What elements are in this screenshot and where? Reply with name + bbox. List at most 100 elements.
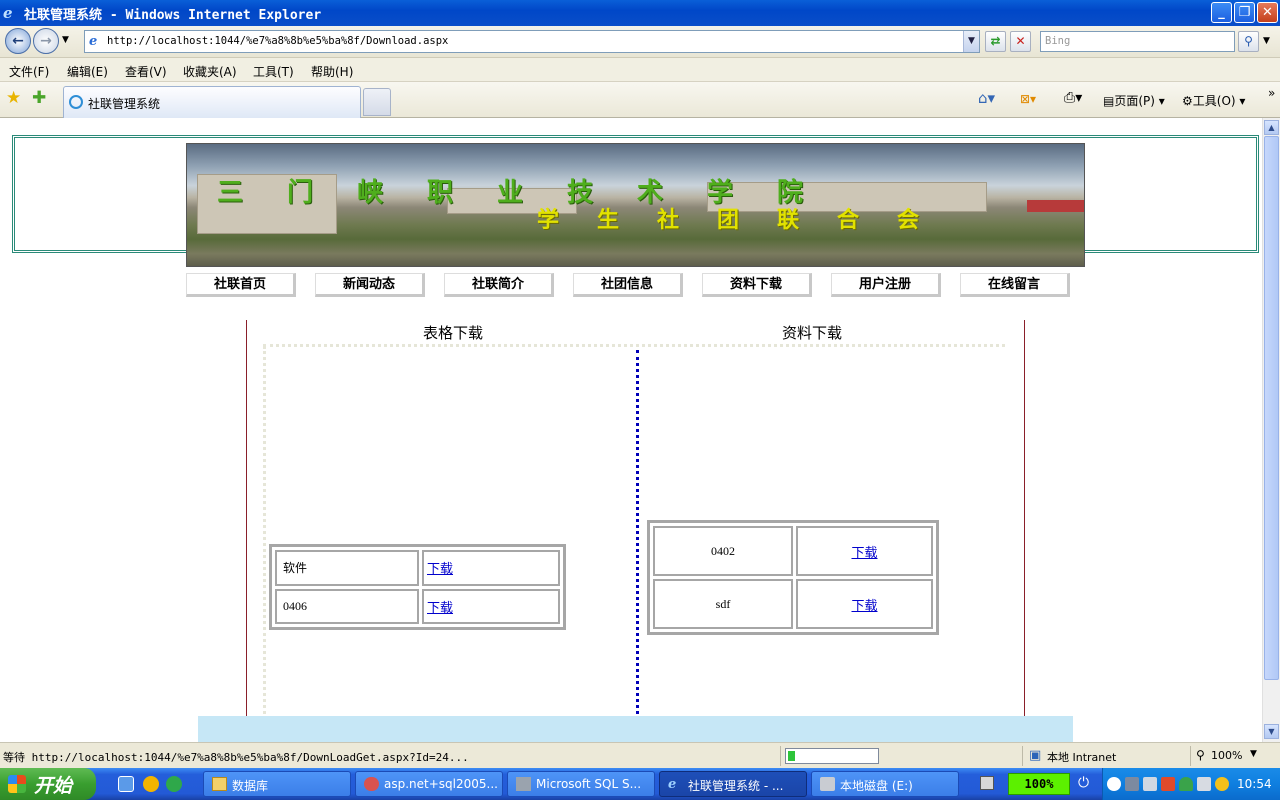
status-separator <box>780 746 781 766</box>
minimize-button[interactable]: _ <box>1211 2 1232 23</box>
chevron-right-icon[interactable]: » <box>1268 86 1275 100</box>
banner-title-union: 学生社团联合会 <box>537 207 958 233</box>
media-quicklaunch-icon[interactable] <box>143 776 159 792</box>
page-content: 三门峡职业技术学院 学生社团联合会 社联首页 新闻动态 社联简介 社团信息 资料… <box>0 118 1262 742</box>
nav-register[interactable]: 用户注册 <box>831 273 941 297</box>
intranet-icon: ▣ <box>1029 748 1042 763</box>
address-field[interactable]: e http://localhost:1044/%e7%a8%8b%e5%ba%… <box>84 30 980 53</box>
tray-status-icon[interactable] <box>1215 777 1229 791</box>
vertical-scrollbar[interactable]: ▲ ▼ <box>1262 118 1280 742</box>
task-label: 数据库 <box>232 779 269 793</box>
address-url[interactable]: http://localhost:1044/%e7%a8%8b%e5%ba%8f… <box>107 35 448 47</box>
menu-view[interactable]: 查看(V) <box>125 63 167 80</box>
task-label: asp.net+sql2005... <box>384 777 498 791</box>
back-button[interactable]: ← <box>5 28 31 54</box>
menu-edit[interactable]: 编辑(E) <box>67 63 108 80</box>
home-icon[interactable]: ⌂▾ <box>978 89 995 107</box>
menu-bar: 文件(F) 编辑(E) 查看(V) 收藏夹(A) 工具(T) 帮助(H) <box>0 58 1280 82</box>
dotted-divider-top <box>263 344 1005 347</box>
search-dropdown-icon[interactable]: ▼ <box>1263 36 1270 46</box>
task-label: 本地磁盘 (E:) <box>840 779 913 793</box>
search-icon[interactable]: ⚲ <box>1238 31 1259 52</box>
rss-icon[interactable]: ⊠▾ <box>1020 92 1036 106</box>
task-local-disk[interactable]: 本地磁盘 (E:) <box>811 771 959 797</box>
tray-alert-icon[interactable] <box>1161 777 1175 791</box>
dotted-divider-left <box>263 346 266 742</box>
print-icon[interactable]: ⎙▾ <box>1064 90 1082 106</box>
add-favorite-icon[interactable]: ✚ <box>32 88 46 108</box>
menu-favorites[interactable]: 收藏夹(A) <box>183 63 237 80</box>
status-separator <box>1190 746 1191 766</box>
table-row: 软件 下载 <box>275 550 560 586</box>
task-label: Microsoft SQL S... <box>536 777 642 791</box>
system-tray: 10:54 <box>1102 768 1280 800</box>
tools-menu[interactable]: ⚙工具(O) ▾ <box>1182 92 1245 109</box>
tray-app-icon[interactable] <box>1143 777 1157 791</box>
nav-downloads[interactable]: 资料下载 <box>702 273 812 297</box>
materials-download-title: 资料下载 <box>782 324 843 342</box>
history-dropdown-icon[interactable]: ▼ <box>62 35 69 45</box>
task-aspnet[interactable]: asp.net+sql2005... <box>355 771 503 797</box>
scroll-up-icon[interactable]: ▲ <box>1264 120 1279 135</box>
keyboard-icon[interactable] <box>980 776 994 790</box>
nav-news[interactable]: 新闻动态 <box>315 273 425 297</box>
shield-icon[interactable] <box>1179 777 1193 791</box>
tab-active[interactable]: 社联管理系统 <box>63 86 361 118</box>
new-tab-button[interactable] <box>363 88 391 116</box>
refresh-button[interactable]: ⇄ <box>985 31 1006 52</box>
app-quicklaunch-icon[interactable] <box>166 776 182 792</box>
banner-image: 三门峡职业技术学院 学生社团联合会 <box>186 143 1085 267</box>
download-link[interactable]: 下载 <box>851 545 877 560</box>
scroll-down-icon[interactable]: ▼ <box>1264 724 1279 739</box>
task-database[interactable]: 数据库 <box>203 771 351 797</box>
task-ie-active[interactable]: e 社联管理系统 - ... <box>659 771 807 797</box>
stop-button[interactable]: ✕ <box>1010 31 1031 52</box>
materials-download-table: 0402 下载 sdf 下载 <box>647 520 939 635</box>
ie-quicklaunch-icon[interactable] <box>118 776 134 792</box>
zoom-icon[interactable]: ⚲ <box>1196 748 1205 762</box>
favorites-star-icon[interactable]: ★ <box>6 88 21 108</box>
windows-logo-icon <box>8 775 26 793</box>
window-title: 社联管理系统 - Windows Internet Explorer <box>24 8 322 23</box>
tools-menu-label: 工具(O) <box>1192 94 1236 108</box>
address-toolbar: ← → ▼ e http://localhost:1044/%e7%a8%8b%… <box>0 26 1280 58</box>
scroll-thumb[interactable] <box>1264 136 1279 680</box>
network-icon[interactable] <box>1125 777 1139 791</box>
power-plug-icon[interactable]: ⏻ <box>1078 775 1089 791</box>
left-border-line <box>246 320 247 716</box>
zoom-dropdown-icon[interactable]: ▼ <box>1250 749 1257 759</box>
nav-home[interactable]: 社联首页 <box>186 273 296 297</box>
nav-clubs[interactable]: 社团信息 <box>573 273 683 297</box>
menu-tools[interactable]: 工具(T) <box>253 63 294 80</box>
close-button[interactable]: ✕ <box>1257 2 1278 23</box>
forward-button[interactable]: → <box>33 28 59 54</box>
task-sql-server[interactable]: Microsoft SQL S... <box>507 771 655 797</box>
table-row: 0406 下载 <box>275 588 560 624</box>
search-input[interactable]: Bing <box>1040 31 1235 52</box>
start-button[interactable]: 开始 <box>0 768 96 800</box>
battery-indicator[interactable]: 100% <box>1008 773 1070 795</box>
app-icon <box>364 777 379 791</box>
download-cell: 下载 <box>422 550 560 586</box>
folder-icon <box>212 777 227 791</box>
clock[interactable]: 10:54 <box>1237 777 1272 791</box>
zoom-level[interactable]: 100% <box>1211 749 1242 762</box>
maximize-button[interactable]: ❐ <box>1234 2 1255 23</box>
menu-help[interactable]: 帮助(H) <box>311 63 353 80</box>
menu-file[interactable]: 文件(F) <box>9 63 49 80</box>
page-menu[interactable]: ▤页面(P) ▾ <box>1103 92 1165 109</box>
download-link[interactable]: 下载 <box>851 598 877 613</box>
right-border-line <box>1024 320 1025 716</box>
download-cell: 下载 <box>796 526 933 576</box>
address-dropdown-icon[interactable]: ▼ <box>963 31 979 52</box>
nav-guestbook[interactable]: 在线留言 <box>960 273 1070 297</box>
drive-icon <box>820 777 835 791</box>
download-link[interactable]: 下载 <box>427 600 453 615</box>
download-link[interactable]: 下载 <box>427 561 453 576</box>
tray-app-icon[interactable] <box>1197 777 1211 791</box>
ie-icon: e <box>3 4 13 22</box>
window-titlebar[interactable]: e 社联管理系统 - Windows Internet Explorer _ ❐… <box>0 0 1280 26</box>
tray-expand-icon[interactable] <box>1107 777 1121 791</box>
banner-roof <box>1027 200 1084 212</box>
nav-about[interactable]: 社联简介 <box>444 273 554 297</box>
